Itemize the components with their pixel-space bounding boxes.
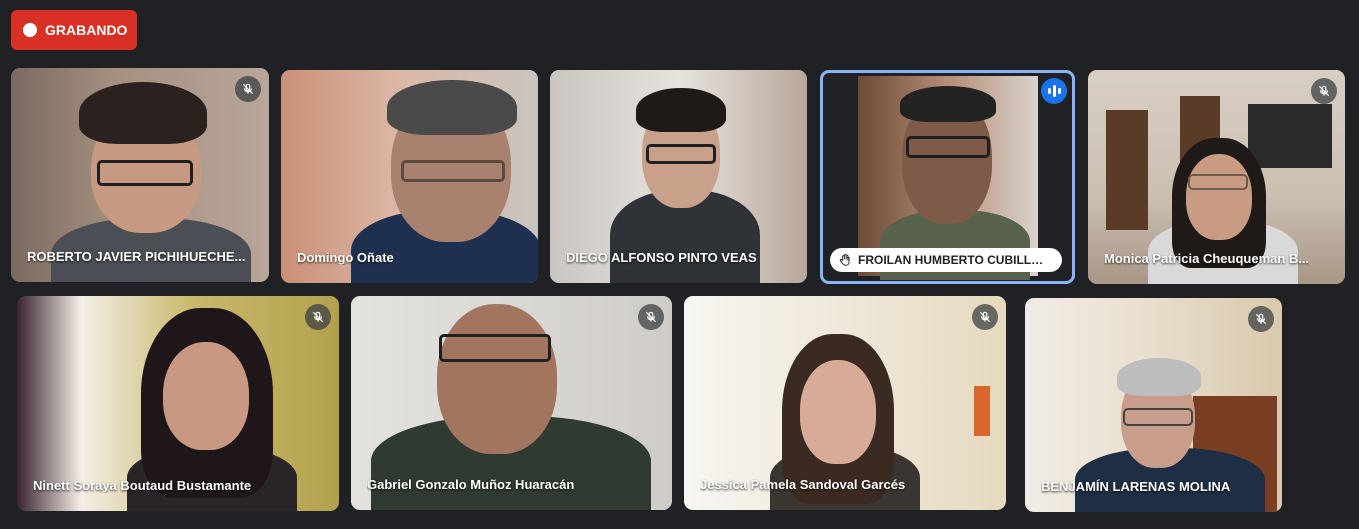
person-hair (387, 80, 517, 135)
participant-name: DIEGO ALFONSO PINTO VEAS (566, 250, 757, 265)
record-dot-icon (23, 23, 37, 37)
participant-name: Domingo Oñate (297, 250, 394, 265)
glasses (97, 160, 193, 186)
glasses (646, 144, 716, 164)
glasses (1123, 408, 1193, 426)
person-head (800, 360, 876, 464)
mic-off-icon (305, 304, 331, 330)
participant-name: Ninett Soraya Boutaud Bustamante (33, 478, 252, 493)
glasses (906, 136, 990, 158)
mic-off-icon (1248, 306, 1274, 332)
person-hair (79, 82, 207, 144)
mic-off-icon (638, 304, 664, 330)
participant-name: Gabriel Gonzalo Muñoz Huaracán (367, 477, 575, 492)
participant-tile-6[interactable]: Ninett Soraya Boutaud Bustamante (17, 296, 339, 511)
glasses (439, 334, 551, 362)
person-face (1186, 154, 1252, 240)
mic-off-icon (972, 304, 998, 330)
recording-indicator: GRABANDO (11, 10, 137, 50)
participant-tile-9[interactable]: BENJAMÍN LARENAS MOLINA (1025, 298, 1282, 512)
participant-tile-3[interactable]: DIEGO ALFONSO PINTO VEAS (550, 70, 807, 283)
person-head (437, 304, 557, 454)
recording-label: GRABANDO (45, 22, 128, 38)
wall-decoration (1106, 110, 1148, 230)
participant-tile-7[interactable]: Gabriel Gonzalo Muñoz Huaracán (351, 296, 672, 510)
person-hair (900, 86, 996, 122)
participant-name: Jessica Pamela Sandoval Garcés (700, 477, 906, 492)
participant-name: BENJAMÍN LARENAS MOLINA (1041, 479, 1231, 494)
person-hair (1117, 358, 1201, 396)
glasses (401, 160, 505, 182)
wall-tapestry (1248, 104, 1332, 168)
raised-hand-icon (839, 253, 850, 266)
participant-name: FROILAN HUMBERTO CUBILLO... (858, 253, 1050, 267)
participant-tile-2[interactable]: Domingo Oñate (281, 70, 538, 283)
person-head (163, 342, 249, 450)
participant-tile-1[interactable]: ROBERTO JAVIER PICHIHUECHE... (11, 68, 269, 282)
wall-decoration (974, 386, 990, 436)
participant-name-pill: FROILAN HUMBERTO CUBILLO... (830, 248, 1062, 272)
mic-off-icon (1311, 78, 1337, 104)
glasses (1188, 174, 1248, 190)
person-hair (636, 88, 726, 132)
participant-name: Monica Patricia Cheuqueman B... (1104, 251, 1310, 266)
participant-tile-8[interactable]: Jessica Pamela Sandoval Garcés (684, 296, 1006, 510)
audio-level-icon (1041, 78, 1067, 104)
participant-tile-4[interactable]: FROILAN HUMBERTO CUBILLO... (820, 70, 1075, 284)
mic-off-icon (235, 76, 261, 102)
participant-name: ROBERTO JAVIER PICHIHUECHE... (27, 249, 246, 264)
participant-tile-5[interactable]: Monica Patricia Cheuqueman B... (1088, 70, 1345, 284)
